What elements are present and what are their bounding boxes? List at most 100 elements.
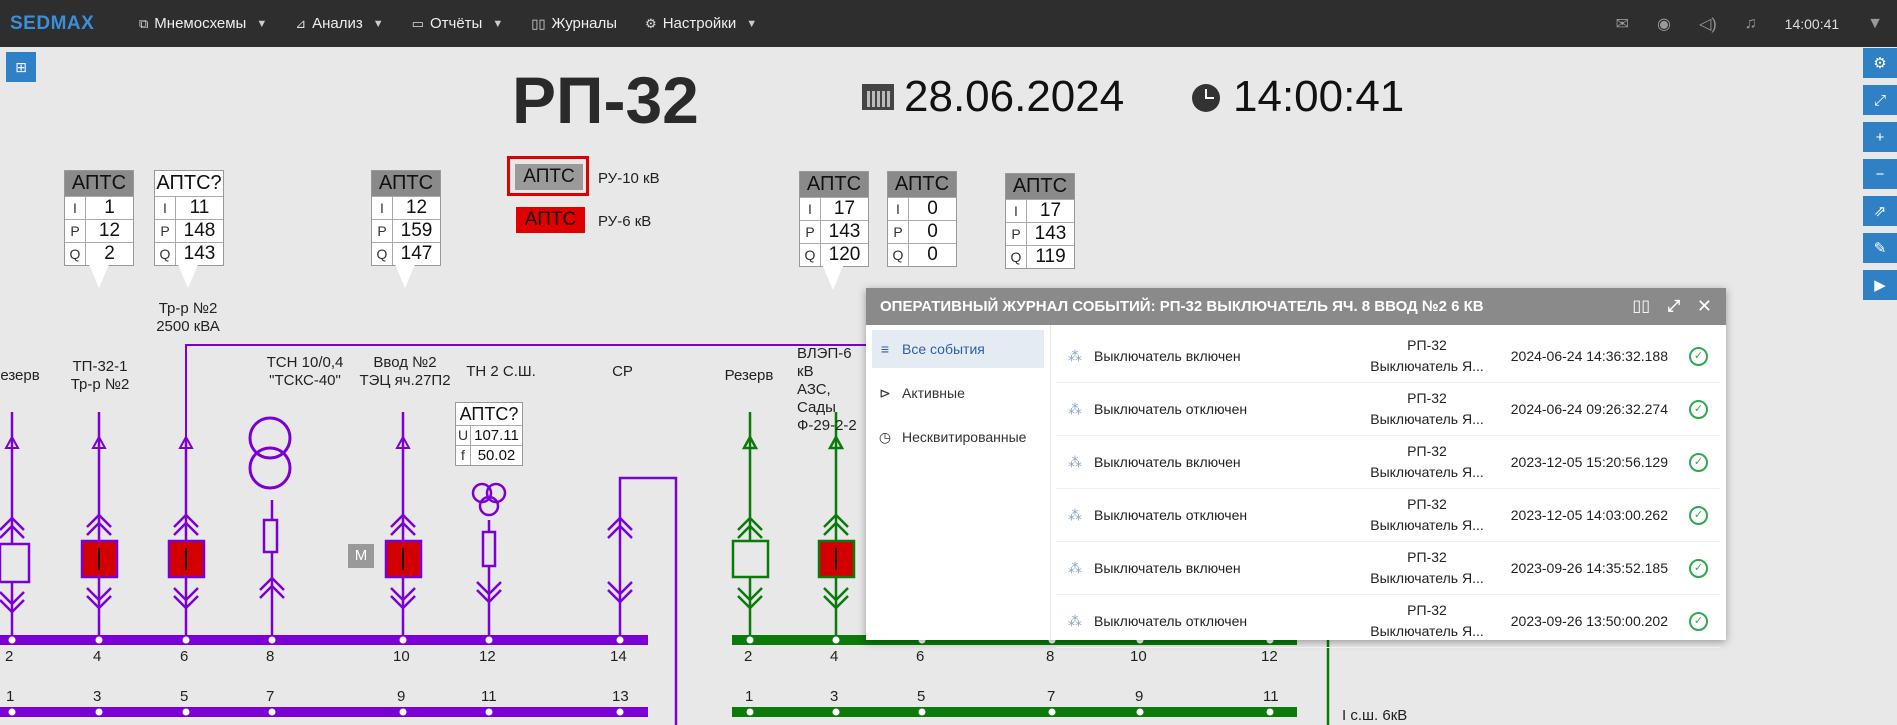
aptc-value: 159 (400, 220, 433, 241)
cell-number: 10 (393, 648, 410, 665)
event-object-line: РП-32 (1407, 390, 1447, 406)
filter-active[interactable]: ⊳ Активные (872, 374, 1044, 412)
cell-number: 9 (397, 688, 406, 705)
aptc-value: 0 (927, 221, 938, 242)
aptc-key: I (1006, 200, 1027, 222)
aptc-block[interactable]: АПТС I1 P 12 Q2 (64, 170, 134, 266)
aptc-row: I 11 (155, 196, 223, 219)
event-row[interactable]: ⁂ Выключатель отключен РП-32 Выключатель … (1056, 595, 1720, 648)
aptc-row: I 12 (372, 196, 440, 219)
aptc-key: I (65, 197, 86, 219)
aptc-row: P 159 (372, 219, 440, 242)
aptc-header: АПТС (888, 172, 956, 197)
acknowledged-icon: ✓ (1668, 399, 1708, 419)
motor-mode-badge[interactable]: M (348, 544, 374, 568)
event-object-line: РП-32 (1407, 337, 1447, 353)
aptc-block[interactable]: АПТС I 12 P 159 Q 147 (371, 170, 441, 266)
hierarchy-icon: ⁂ (1068, 506, 1082, 523)
book-icon[interactable]: ▯▯ (1632, 288, 1650, 325)
history-icon: ◷ (878, 428, 892, 445)
hierarchy-icon: ⁂ (1068, 612, 1082, 629)
aptc-key: Q (888, 244, 909, 266)
aptc-row: P 12 (65, 219, 133, 242)
aptc-value: 0 (927, 244, 938, 265)
maximize-icon[interactable]: ⤢ (1667, 288, 1680, 325)
aptc-pointer (177, 262, 199, 288)
aptc-value: 17 (1039, 200, 1062, 221)
aptc-row: I 17 (1006, 199, 1074, 222)
aptc-pointer (88, 262, 110, 288)
aptc-row: P 148 (155, 219, 223, 242)
section-label: I с.ш. 6кВ (1342, 707, 1408, 724)
aptc-row: Q0 (888, 243, 956, 266)
aptc-value: 119 (1035, 246, 1066, 267)
event-row[interactable]: ⁂ Выключатель включен РП-32 Выключатель Я… (1056, 542, 1720, 595)
event-object-line: Выключатель Я... (1370, 358, 1484, 374)
event-row[interactable]: ⁂ Выключатель отключен РП-32 Выключатель … (1056, 489, 1720, 542)
event-row[interactable]: ⁂ Выключатель отключен РП-32 Выключатель … (1056, 383, 1720, 436)
status-label-ru6: РУ-6 кВ (598, 213, 652, 230)
aptc-row: P 143 (1006, 222, 1074, 245)
acknowledged-icon: ✓ (1668, 346, 1708, 366)
aptc-key: f (456, 446, 471, 465)
aptc-header: АПТС (65, 171, 133, 196)
event-message: Выключатель включен (1094, 560, 1241, 576)
aptc-value: 17 (833, 198, 856, 219)
event-timestamp: 2024-06-24 14:36:32.188 (1510, 348, 1668, 364)
event-row[interactable]: ⁂ Выключатель включен РП-32 Выключатель Я… (1056, 436, 1720, 489)
feeder-label: Тр-р №2 2500 кВА (156, 300, 220, 335)
aptc-value: 50.02 (477, 447, 516, 464)
aptc-value: 120 (828, 244, 861, 265)
cell-number: 6 (916, 648, 925, 665)
cell-number: 7 (266, 688, 275, 705)
status-button-ru10[interactable]: АПТС (515, 164, 583, 190)
filter-unacknowledged[interactable]: ◷ Несквитированные (872, 418, 1044, 456)
filter-all-events[interactable]: ≡ Все события (872, 330, 1044, 368)
cell-number: 6 (180, 648, 189, 665)
filter-label: Все события (902, 341, 985, 357)
event-object: РП-32 Выключатель Я... (1354, 547, 1500, 589)
aptc-block[interactable]: АПТС I0 P0 Q0 (887, 171, 957, 267)
list-icon: ≡ (880, 341, 890, 357)
aptc-value: 11 (189, 197, 210, 218)
aptc-header: АПТС (1006, 174, 1074, 199)
cell-number: 11 (481, 688, 497, 705)
event-timestamp: 2024-06-24 09:26:32.274 (1510, 401, 1668, 417)
aptc-key: Q (155, 243, 176, 265)
aptc-block[interactable]: АПТС I 17 P 143 Q 120 (799, 171, 869, 267)
cell-number: 12 (479, 648, 496, 665)
status-button-ru6[interactable]: АПТС (516, 207, 585, 233)
acknowledged-icon: ✓ (1668, 452, 1708, 472)
aptc-pointer (822, 264, 844, 290)
feeder-label: ВЛЭП-6 кВ АЗС, Сады Ф-29-2-2 (797, 345, 857, 434)
aptc-value: 0 (927, 198, 938, 219)
aptc-header: АПТС? (456, 403, 522, 425)
cell-number: 14 (610, 648, 627, 665)
cell-number: 5 (917, 688, 926, 705)
event-object-line: Выключатель Я... (1370, 570, 1484, 586)
aptc-block[interactable]: АПТС? I 11 P 148 Q 143 (154, 170, 224, 266)
aptc-value: 143 (1034, 223, 1067, 244)
aptc-row: I1 (65, 196, 133, 219)
event-row[interactable]: ⁂ Выключатель включен РП-32 Выключатель Я… (1056, 330, 1720, 383)
feeder-label: езерв (0, 367, 40, 384)
event-object-line: Выключатель Я... (1370, 517, 1484, 533)
aptc-row: f 50.02 (456, 445, 522, 465)
aptc-key: P (155, 220, 176, 242)
dialog-title: ОПЕРАТИВНЫЙ ЖУРНАЛ СОБЫТИЙ: РП-32 ВЫКЛЮЧ… (880, 298, 1484, 315)
aptc-key: I (372, 197, 393, 219)
aptc-key: U (456, 426, 471, 445)
aptc-block[interactable]: АПТС I 17 P 143 Q 119 (1005, 173, 1075, 269)
event-message: Выключатель включен (1094, 454, 1241, 470)
cell-number: 10 (1130, 648, 1147, 665)
aptc-row: Q 119 (1006, 245, 1074, 268)
aptc-key: P (800, 221, 821, 243)
close-icon[interactable]: ✕ (1697, 288, 1712, 325)
aptc-key: Q (372, 243, 393, 265)
aptc-key: Q (800, 244, 821, 266)
acknowledged-icon: ✓ (1668, 611, 1708, 631)
acknowledged-icon: ✓ (1668, 558, 1708, 578)
aptc-value: 107.11 (474, 427, 519, 444)
aptc-uf-block[interactable]: АПТС? U 107.11 f 50.02 (455, 402, 523, 466)
aptc-key: I (888, 198, 909, 220)
